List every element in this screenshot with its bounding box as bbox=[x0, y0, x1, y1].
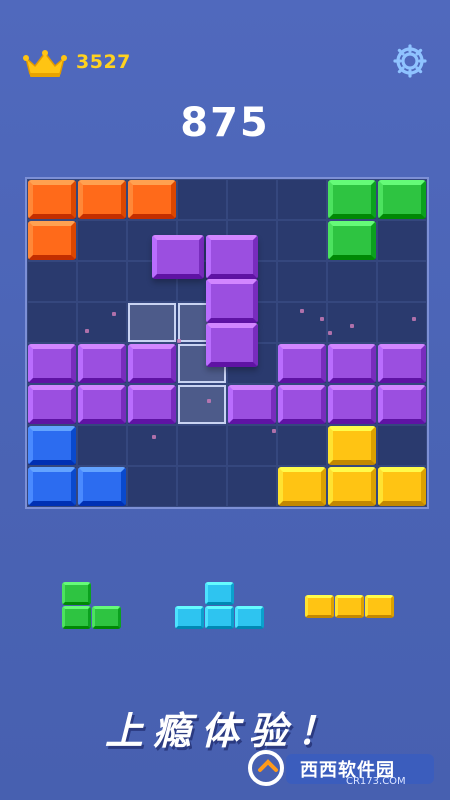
tray-piece-block bbox=[175, 606, 204, 629]
sparkle-particle bbox=[328, 331, 332, 335]
board-cell[interactable] bbox=[377, 261, 427, 302]
crown-icon bbox=[23, 50, 67, 77]
board-cell[interactable] bbox=[377, 425, 427, 466]
placed-block bbox=[228, 385, 276, 424]
placed-block bbox=[28, 426, 76, 465]
placed-block bbox=[78, 344, 126, 383]
best-score: 3527 bbox=[76, 51, 131, 73]
board-cell[interactable] bbox=[227, 179, 277, 220]
placed-block bbox=[378, 385, 426, 424]
sparkle-particle bbox=[272, 429, 276, 433]
board-cell[interactable] bbox=[277, 261, 327, 302]
board-cell[interactable] bbox=[177, 179, 227, 220]
board-cell[interactable] bbox=[327, 261, 377, 302]
tray-piece-block bbox=[62, 606, 91, 629]
tray-piece-block bbox=[365, 595, 394, 618]
placed-block bbox=[378, 344, 426, 383]
dragging-piece-block bbox=[206, 235, 258, 279]
sparkle-particle bbox=[112, 312, 116, 316]
board-cell[interactable] bbox=[277, 425, 327, 466]
placed-block bbox=[328, 426, 376, 465]
board-cell[interactable] bbox=[277, 179, 327, 220]
tray-piece-block bbox=[62, 582, 91, 605]
board-cell[interactable] bbox=[127, 466, 177, 507]
current-score: 875 bbox=[180, 100, 270, 146]
board-cell[interactable] bbox=[77, 302, 127, 343]
board-cell[interactable] bbox=[77, 425, 127, 466]
placed-block bbox=[78, 180, 126, 219]
placed-block bbox=[378, 467, 426, 506]
sparkle-particle bbox=[320, 317, 324, 321]
placed-block bbox=[28, 180, 76, 219]
board-cell[interactable] bbox=[277, 220, 327, 261]
sparkle-particle bbox=[300, 309, 304, 313]
sparkle-particle bbox=[85, 329, 89, 333]
placed-block bbox=[28, 385, 76, 424]
placed-block bbox=[78, 385, 126, 424]
dragging-piece-block bbox=[152, 235, 204, 279]
board-cell[interactable] bbox=[27, 261, 77, 302]
watermark-url: CR173.COM bbox=[346, 776, 406, 787]
placed-block bbox=[328, 385, 376, 424]
placement-preview-cell bbox=[178, 385, 226, 424]
placed-block bbox=[328, 467, 376, 506]
placed-block bbox=[328, 180, 376, 219]
placed-block bbox=[328, 344, 376, 383]
tray-piece-block bbox=[205, 606, 234, 629]
board-cell[interactable] bbox=[227, 466, 277, 507]
placed-block bbox=[328, 221, 376, 260]
dragging-piece-block bbox=[206, 323, 258, 367]
tray-piece-block bbox=[235, 606, 264, 629]
board-cell[interactable] bbox=[377, 220, 427, 261]
board-cell[interactable] bbox=[27, 302, 77, 343]
sparkle-particle bbox=[207, 399, 211, 403]
placed-block bbox=[278, 385, 326, 424]
board-cell[interactable] bbox=[227, 425, 277, 466]
sparkle-particle bbox=[152, 435, 156, 439]
gear-icon[interactable] bbox=[392, 43, 428, 79]
placed-block bbox=[28, 467, 76, 506]
board-cell[interactable] bbox=[127, 425, 177, 466]
placed-block bbox=[128, 180, 176, 219]
sparkle-particle bbox=[412, 317, 416, 321]
slogan-text: 上瘾体验！ bbox=[104, 709, 345, 753]
sparkle-particle bbox=[350, 324, 354, 328]
placed-block bbox=[128, 385, 176, 424]
board-cell[interactable] bbox=[77, 220, 127, 261]
placed-block bbox=[28, 221, 76, 260]
placed-block bbox=[78, 467, 126, 506]
placement-preview-cell bbox=[128, 303, 176, 342]
tray-piece-block bbox=[205, 582, 234, 605]
placed-block bbox=[278, 344, 326, 383]
sparkle-particle bbox=[177, 339, 181, 343]
board-cell[interactable] bbox=[177, 466, 227, 507]
board-cell[interactable] bbox=[377, 302, 427, 343]
board-cell[interactable] bbox=[77, 261, 127, 302]
tray-piece-block bbox=[92, 606, 121, 629]
board-cell[interactable] bbox=[327, 302, 377, 343]
dragging-piece-block bbox=[206, 279, 258, 323]
placed-block bbox=[278, 467, 326, 506]
board-cell[interactable] bbox=[177, 425, 227, 466]
tray-piece-block bbox=[335, 595, 364, 618]
placed-block bbox=[28, 344, 76, 383]
placed-block bbox=[378, 180, 426, 219]
tray-piece-block bbox=[305, 595, 334, 618]
placed-block bbox=[128, 344, 176, 383]
